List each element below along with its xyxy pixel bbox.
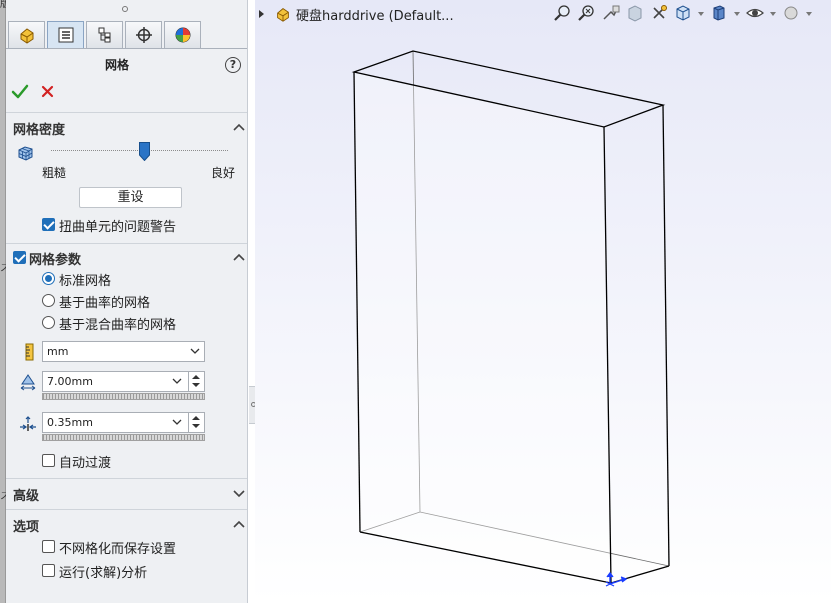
spin-up-icon[interactable] <box>192 416 200 420</box>
coarse-label: 粗糙 <box>42 166 67 180</box>
display-style-icon[interactable] <box>709 3 729 23</box>
checkmark-icon <box>11 84 29 99</box>
chevron-down-icon[interactable] <box>232 487 246 499</box>
save-without-mesh-label: 不网格化而保存设置 <box>59 542 177 557</box>
radio-standard-mesh[interactable] <box>42 272 55 285</box>
separator <box>6 243 247 244</box>
display-style-dropdown[interactable] <box>733 3 741 23</box>
run-analysis-checkbox[interactable] <box>42 564 55 577</box>
save-without-mesh-checkbox[interactable] <box>42 540 55 553</box>
distorted-warning-checkbox[interactable] <box>42 218 55 231</box>
section-mesh-density-header[interactable]: 网格密度 <box>6 116 247 138</box>
chevron-up-icon[interactable] <box>232 121 246 133</box>
property-manager-icon <box>58 27 73 43</box>
chevron-down-icon[interactable] <box>172 377 182 385</box>
box-model[interactable] <box>255 0 831 603</box>
feature-tree-icon <box>20 28 33 44</box>
tolerance-input[interactable]: 0.35mm <box>42 412 205 433</box>
zoom-to-area-icon[interactable] <box>577 3 597 23</box>
unit-select[interactable]: mm <box>42 341 205 362</box>
unit-value: mm <box>47 345 69 358</box>
mesh-property-panel: 网格 ? 网格密度 粗糙 良好 重设 扭曲单元的问题警告 网格参数 标准网格 基 <box>6 0 248 603</box>
auto-transition-checkbox[interactable] <box>42 454 55 467</box>
section-view-icon[interactable] <box>625 3 645 23</box>
global-size-stepper[interactable] <box>188 372 204 391</box>
tab-property-manager[interactable] <box>47 21 84 48</box>
mesh-density-icon <box>18 146 33 161</box>
radio-label: 基于曲率的网格 <box>59 296 151 311</box>
tolerance-stepper[interactable] <box>188 413 204 432</box>
section-title: 高级 <box>13 489 40 504</box>
distorted-warning-label: 扭曲单元的问题警告 <box>59 220 177 235</box>
close-icon <box>41 85 54 98</box>
chevron-up-icon[interactable] <box>232 518 246 530</box>
zoom-to-fit-icon[interactable] <box>553 3 573 23</box>
tab-feature-manager[interactable] <box>8 21 45 48</box>
global-size-icon <box>20 374 36 391</box>
mesh-params-checkbox[interactable] <box>13 251 26 264</box>
mesh-density-slider-thumb[interactable] <box>139 142 151 161</box>
radio-curvature-mesh[interactable] <box>42 294 55 307</box>
spin-up-icon[interactable] <box>192 375 200 379</box>
radio-label: 基于混合曲率的网格 <box>59 318 177 333</box>
radio-blended-curvature-mesh[interactable] <box>42 316 55 329</box>
chevron-down-icon <box>190 348 200 354</box>
spin-down-icon[interactable] <box>192 383 200 387</box>
global-size-thumbwheel[interactable] <box>42 393 205 400</box>
tab-dimxpert-manager[interactable] <box>125 21 162 48</box>
separator <box>6 509 247 510</box>
configuration-icon <box>98 27 110 43</box>
tabs-divider <box>6 48 247 49</box>
grip-dot <box>122 6 128 12</box>
section-advanced-header[interactable]: 高级 <box>6 482 247 504</box>
view-orientation-icon[interactable] <box>673 3 693 23</box>
fine-label: 良好 <box>211 166 236 180</box>
chevron-down-icon[interactable] <box>172 418 182 426</box>
section-title: 网格密度 <box>13 123 66 138</box>
run-analysis-label: 运行(求解)分析 <box>59 566 148 581</box>
appearance-dropdown[interactable] <box>805 3 813 23</box>
panel-title: 网格 <box>104 58 129 72</box>
section-title: 网格参数 <box>29 253 82 268</box>
breadcrumb-expand-icon[interactable] <box>259 10 264 18</box>
tab-configuration-manager[interactable] <box>86 21 123 48</box>
crosshair-icon <box>135 27 152 43</box>
radio-label: 标准网格 <box>59 274 112 289</box>
document-name: 硬盘harddrive (Default... <box>296 8 454 24</box>
display-manager-icon <box>175 27 190 43</box>
view-orientation-dropdown[interactable] <box>697 3 705 23</box>
tolerance-thumbwheel[interactable] <box>42 434 205 441</box>
global-size-value: 7.00mm <box>47 375 93 388</box>
separator <box>6 112 247 113</box>
tolerance-icon <box>20 416 36 431</box>
part-icon <box>277 8 289 22</box>
tolerance-value: 0.35mm <box>47 416 93 429</box>
edit-appearance-icon[interactable] <box>781 3 801 23</box>
dynamic-annotation-icon[interactable] <box>649 3 669 23</box>
panel-title-row: 网格 ? <box>6 55 247 75</box>
front-face[interactable] <box>354 72 611 583</box>
section-options-header[interactable]: 选项 <box>6 513 247 535</box>
manager-tabs <box>6 21 247 49</box>
section-title: 选项 <box>13 520 40 535</box>
ok-button[interactable] <box>11 82 29 102</box>
tab-display-manager[interactable] <box>164 21 201 48</box>
spin-down-icon[interactable] <box>192 424 200 428</box>
ruler-icon <box>25 343 34 361</box>
heads-up-view-toolbar <box>553 3 813 23</box>
hide-show-dropdown[interactable] <box>769 3 777 23</box>
separator <box>6 478 247 479</box>
section-mesh-params-header[interactable]: 网格参数 <box>6 246 247 268</box>
graphics-viewport[interactable]: 硬盘harddrive (Default... <box>255 0 831 603</box>
hide-show-items-icon[interactable] <box>745 3 765 23</box>
chevron-up-icon[interactable] <box>232 251 246 263</box>
cancel-button[interactable] <box>39 82 57 102</box>
help-icon[interactable]: ? <box>225 57 241 73</box>
previous-view-icon[interactable] <box>601 3 621 23</box>
auto-transition-label: 自动过渡 <box>59 456 112 471</box>
feature-breadcrumb[interactable]: 硬盘harddrive (Default... <box>255 4 454 24</box>
panel-grip[interactable] <box>6 0 247 18</box>
global-size-input[interactable]: 7.00mm <box>42 371 205 392</box>
reset-button[interactable]: 重设 <box>79 187 182 208</box>
